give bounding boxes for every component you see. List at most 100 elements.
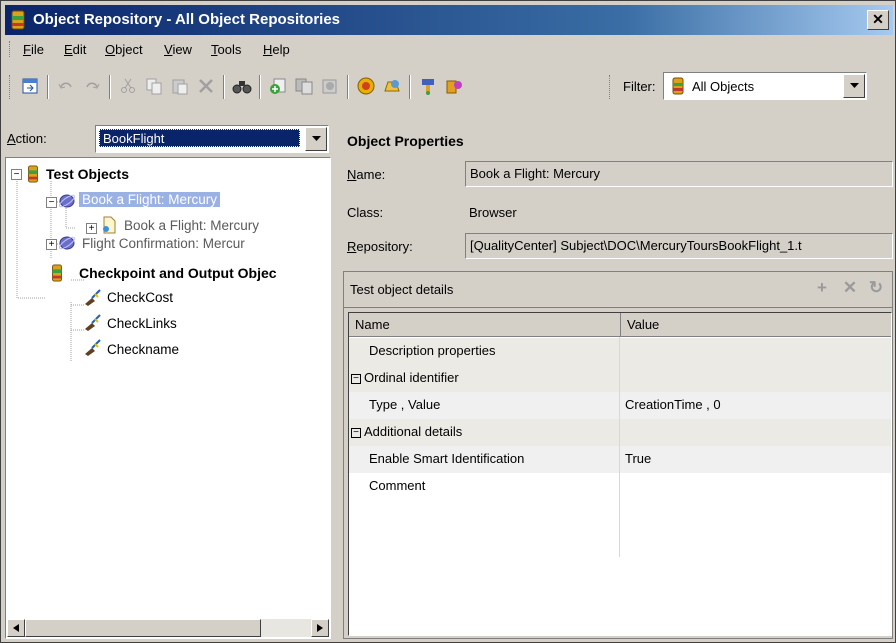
filter-dropdown-button[interactable]: [843, 74, 865, 98]
action-label: Action:: [7, 131, 47, 146]
collapse-icon[interactable]: −: [351, 428, 361, 438]
find-icon[interactable]: [231, 75, 253, 97]
filter-label: Filter:: [623, 79, 656, 94]
menu-edit-label: dit: [72, 42, 87, 57]
grid-row-comment[interactable]: Comment: [349, 473, 891, 500]
menu-view[interactable]: View: [164, 42, 192, 57]
name-value: Book a Flight: Mercury: [470, 166, 601, 181]
add-objects-icon[interactable]: [267, 75, 289, 97]
menu-tools[interactable]: Tools: [211, 42, 241, 57]
menu-grip[interactable]: [9, 41, 12, 57]
row-name: Description properties: [369, 343, 496, 358]
tree-node-browser[interactable]: Book a Flight: Mercury: [79, 192, 221, 207]
action-dropdown-button[interactable]: [305, 127, 327, 151]
tree-expand-page[interactable]: +: [86, 223, 97, 234]
paste-icon[interactable]: [169, 75, 191, 97]
scroll-right-button[interactable]: [311, 619, 329, 637]
tree-node-flight-confirmation[interactable]: Flight Confirmation: Mercur: [82, 236, 245, 251]
toolbar-separator: [347, 75, 349, 99]
scroll-left-button[interactable]: [7, 619, 25, 637]
tree-node-checkpoints[interactable]: Checkpoint and Output Objec: [79, 265, 277, 281]
navigate-icon[interactable]: [417, 75, 439, 97]
scroll-thumb[interactable]: [25, 619, 261, 637]
cut-icon[interactable]: [117, 75, 139, 97]
action-dropdown[interactable]: BookFlight: [95, 125, 329, 153]
define-test-object-icon[interactable]: [381, 75, 403, 97]
repository-icon: [52, 264, 62, 282]
tree-expand-flight-confirmation[interactable]: +: [46, 239, 57, 250]
tree-collapse-browser[interactable]: −: [46, 197, 57, 208]
repository-icon: [672, 77, 684, 95]
object-properties-title: Object Properties: [347, 133, 464, 149]
row-name: − Additional details: [351, 424, 462, 439]
add-to-local-icon[interactable]: [443, 75, 465, 97]
action-label-mnemonic: A: [7, 131, 16, 146]
repository-field[interactable]: [QualityCenter] Subject\DOC\MercuryTours…: [465, 233, 893, 259]
column-header-name[interactable]: Name: [349, 313, 621, 337]
filter-dropdown[interactable]: All Objects: [663, 72, 867, 100]
undo-icon[interactable]: [55, 75, 77, 97]
row-name: − Ordinal identifier: [351, 370, 459, 385]
repository-icon: [11, 10, 25, 30]
repository-label-text: epository:: [356, 239, 413, 254]
delete-icon[interactable]: [195, 75, 217, 97]
grid-row-description-properties[interactable]: Description properties: [349, 338, 891, 365]
grid-row-type-value[interactable]: Type , Value CreationTime , 0: [349, 392, 891, 419]
tree-node-test-objects[interactable]: Test Objects: [46, 166, 129, 182]
collapse-icon[interactable]: −: [351, 374, 361, 384]
toolbar-grip[interactable]: [9, 75, 12, 99]
toolbar: Filter: All Objects: [5, 65, 893, 111]
toolbar-separator: [223, 75, 225, 99]
title-bar[interactable]: Object Repository - All Object Repositor…: [5, 5, 893, 35]
menu-view-label: iew: [172, 42, 192, 57]
menu-edit-mnemonic: E: [64, 42, 73, 57]
export-icon[interactable]: [19, 75, 41, 97]
menu-file-label: ile: [30, 42, 44, 57]
filter-grip[interactable]: [609, 75, 612, 99]
menu-object-mnemonic: O: [105, 42, 116, 57]
menu-help[interactable]: Help: [263, 42, 290, 57]
highlight-icon[interactable]: [319, 75, 341, 97]
tree-collapse-test-objects[interactable]: −: [11, 169, 22, 180]
tree-horizontal-scrollbar[interactable]: [7, 619, 329, 637]
window-title: Object Repository - All Object Repositor…: [33, 11, 341, 28]
class-value: Browser: [469, 205, 517, 220]
tree-node-check-links[interactable]: CheckLinks: [107, 316, 177, 331]
name-label: Name:: [347, 167, 385, 182]
grid-row-additional-details[interactable]: − Additional details: [349, 419, 891, 446]
details-grid[interactable]: Name Value Description properties − Ordin…: [348, 312, 892, 636]
close-button[interactable]: ✕: [867, 10, 889, 30]
repository-label-mnemonic: R: [347, 239, 357, 254]
column-header-value[interactable]: Value: [621, 313, 891, 337]
menu-edit[interactable]: Edit: [64, 42, 86, 57]
repository-value: [QualityCenter] Subject\DOC\MercuryTours…: [470, 238, 802, 253]
copy-icon[interactable]: [143, 75, 165, 97]
grid-row-ordinal-identifier[interactable]: − Ordinal identifier: [349, 365, 891, 392]
refresh-property-button[interactable]: ↻: [864, 278, 888, 300]
grid-header: Name Value: [349, 313, 891, 337]
filter-value: All Objects: [692, 79, 755, 94]
tree-node-page[interactable]: Book a Flight: Mercury: [124, 218, 259, 233]
repository-label: Repository:: [347, 239, 413, 254]
redo-icon[interactable]: [81, 75, 103, 97]
name-label-text: ame:: [356, 167, 386, 182]
tree-node-check-cost[interactable]: CheckCost: [107, 290, 173, 305]
tree-node-check-name[interactable]: Checkname: [107, 342, 179, 357]
details-title: Test object details: [350, 282, 454, 297]
row-name-text: Additional details: [364, 424, 463, 439]
update-from-app-icon[interactable]: [293, 75, 315, 97]
toolbar-separator: [109, 75, 111, 99]
toolbar-separator: [259, 75, 261, 99]
row-name-text: Ordinal identifier: [364, 370, 459, 385]
add-property-button[interactable]: +: [810, 278, 834, 300]
column-divider: [619, 337, 620, 557]
object-spy-icon[interactable]: [355, 75, 377, 97]
menu-object[interactable]: Object: [105, 42, 143, 57]
name-field[interactable]: Book a Flight: Mercury: [465, 161, 893, 187]
action-label-text: ction:: [15, 131, 47, 146]
menu-file[interactable]: File: [23, 42, 44, 57]
remove-property-button[interactable]: ✕: [838, 278, 862, 300]
object-tree[interactable]: − Test Objects − Book a Flight: Mercury …: [5, 157, 331, 639]
grid-row-smart-identification[interactable]: Enable Smart Identification True: [349, 446, 891, 473]
menu-help-label: elp: [272, 42, 290, 57]
